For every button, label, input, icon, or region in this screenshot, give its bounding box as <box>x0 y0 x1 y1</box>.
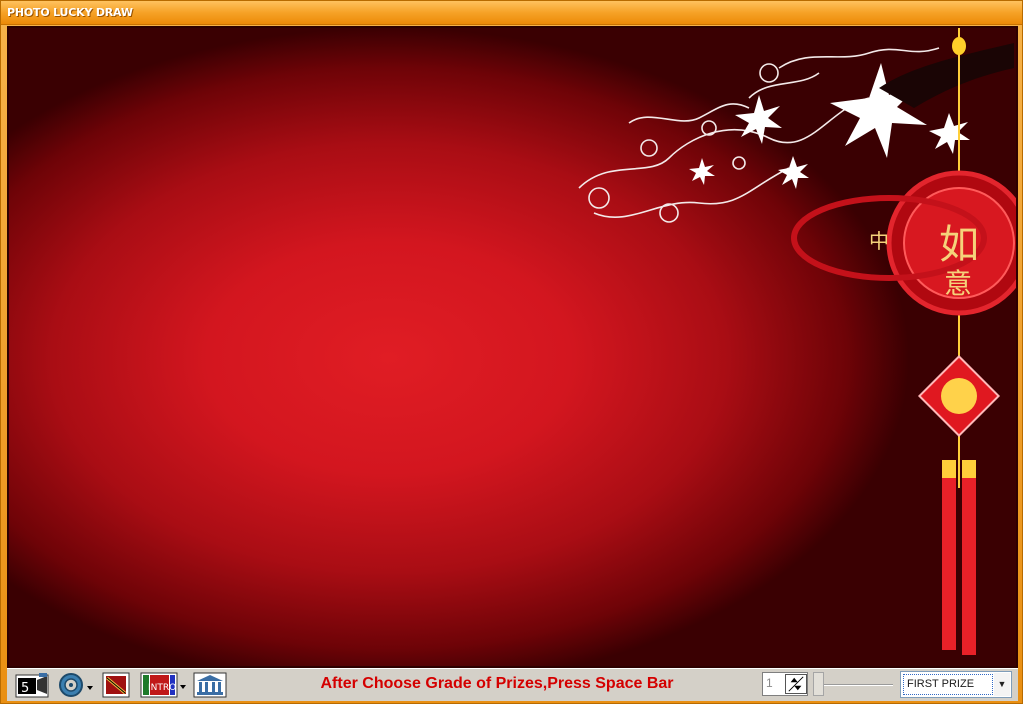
slider-groove <box>819 684 893 686</box>
intro-label: INTRO <box>148 683 176 693</box>
svg-text:意: 意 <box>944 267 972 300</box>
title-bar[interactable]: PHOTO LUCKY DRAW <box>1 1 1022 25</box>
draw-count-value: 1 <box>766 676 773 690</box>
prize-grade-select[interactable]: FIRST PRIZE ▼ <box>900 671 1012 698</box>
intro-icon[interactable]: INTRO <box>140 672 188 698</box>
window-title: PHOTO LUCKY DRAW <box>7 6 133 19</box>
instruction-text: After Choose Grade of Prizes,Press Space… <box>320 675 674 692</box>
sound-disc-icon[interactable] <box>55 672 95 698</box>
chinese-new-year-decoration: 如 意 中 <box>578 28 1016 655</box>
draw-count-stepper[interactable]: 1 <box>762 672 808 696</box>
slideshow-count-label: 5 <box>21 681 29 696</box>
app-window: PHOTO LUCKY DRAW 如 意 中 5 INTRO After Cho… <box>0 0 1023 704</box>
svg-text:如: 如 <box>939 222 979 268</box>
status-bar: 5 INTRO After Choose Grade of Prizes,Pre… <box>7 668 1018 701</box>
prize-grade-value: FIRST PRIZE <box>903 674 993 695</box>
black-branch-decoration <box>879 43 1014 108</box>
slideshow-camera-icon[interactable]: 5 <box>15 672 49 698</box>
spinner-arrows-icon[interactable] <box>785 674 807 694</box>
lucky-draw-stage[interactable]: 如 意 中 <box>7 26 1018 668</box>
bank-building-icon[interactable] <box>193 672 227 698</box>
edit-photo-icon[interactable] <box>101 672 133 698</box>
chevron-down-icon[interactable]: ▼ <box>994 673 1010 696</box>
slider-thumb[interactable] <box>813 672 824 696</box>
svg-text:中: 中 <box>869 229 889 253</box>
speed-slider[interactable] <box>813 672 897 696</box>
